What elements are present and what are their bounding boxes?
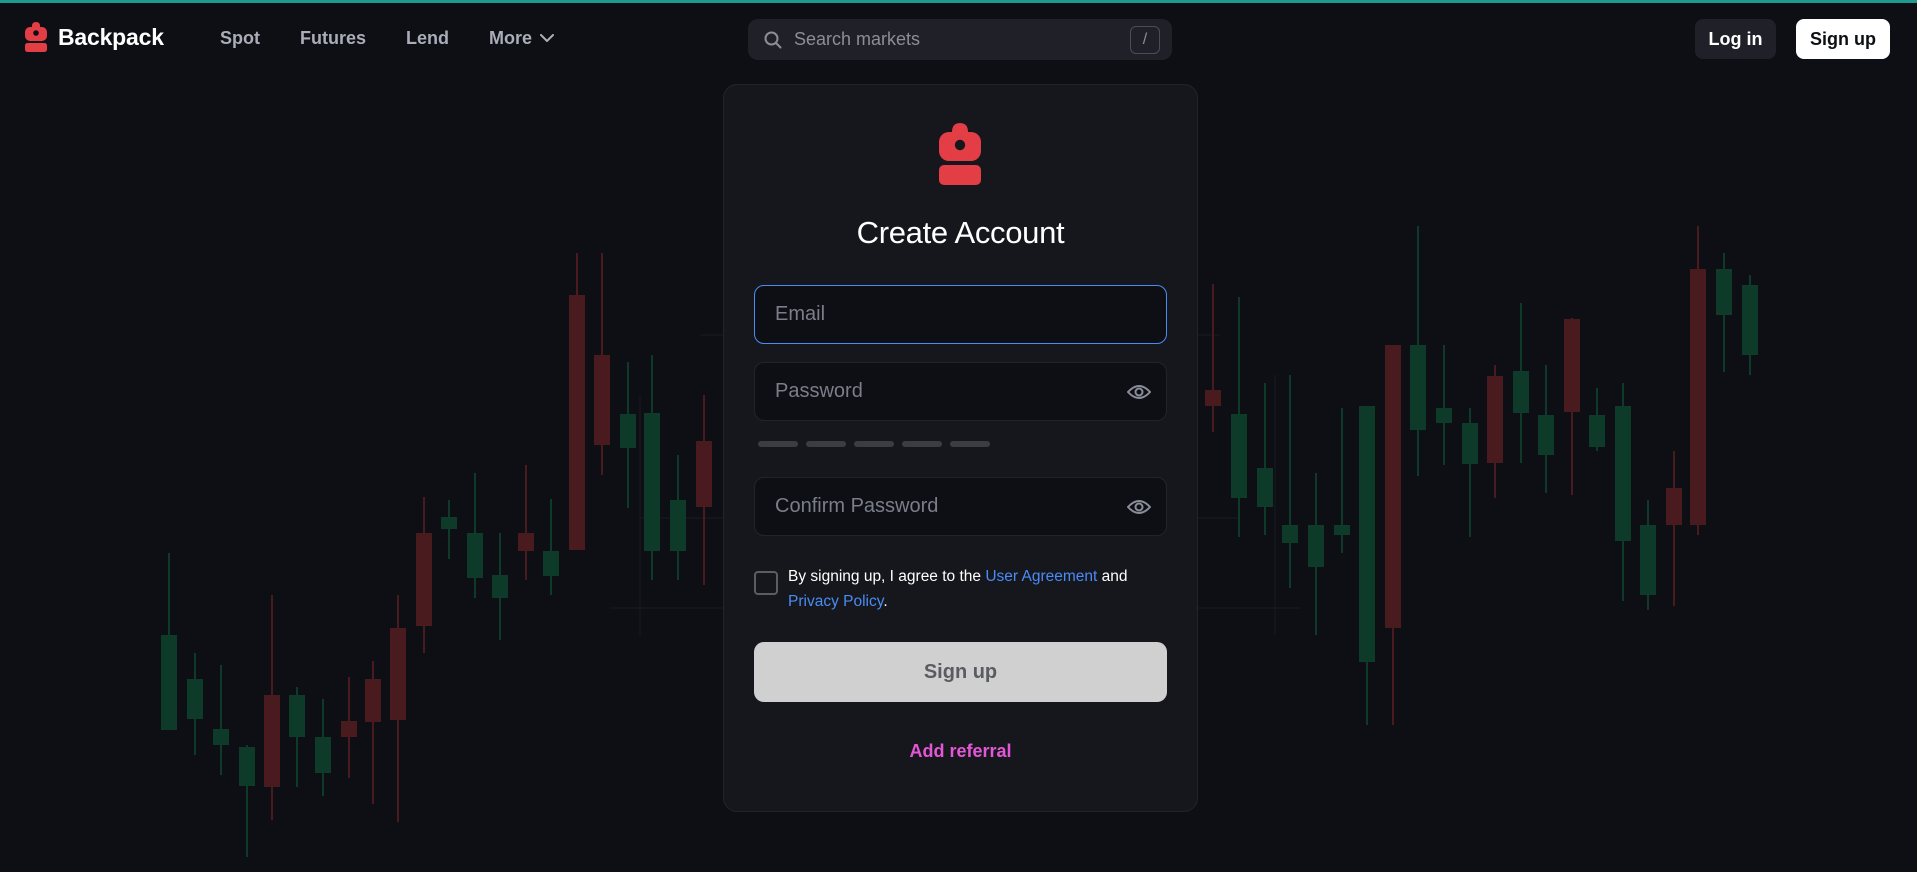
search-icon	[764, 31, 782, 48]
candle-body	[416, 533, 432, 626]
signup-submit-button[interactable]: Sign up	[754, 642, 1167, 702]
brand-logo[interactable]: Backpack	[24, 22, 164, 52]
search-placeholder: Search markets	[794, 29, 921, 49]
candle-body	[1410, 345, 1426, 430]
candle-body	[1615, 406, 1631, 541]
candle-body	[213, 729, 229, 745]
candle-body	[1513, 371, 1529, 413]
nav-lend-label: Lend	[406, 28, 450, 48]
candle-body	[264, 695, 280, 787]
password-field[interactable]	[754, 362, 1167, 421]
candle-body	[315, 737, 331, 773]
agreement-text: By signing up, I agree to the User Agree…	[788, 564, 1128, 614]
agreement-prefix: By signing up, I agree to the	[788, 568, 982, 585]
candle-body	[1257, 468, 1273, 507]
candle-body	[670, 500, 686, 551]
user-agreement-link[interactable]: User Agreement	[985, 568, 1097, 585]
candle-body	[1205, 390, 1221, 406]
candle-body	[1690, 269, 1706, 525]
candle-body	[1538, 415, 1554, 455]
candle-body	[289, 695, 305, 737]
eye-icon	[1127, 499, 1151, 514]
candle-body	[594, 355, 610, 445]
candle-body	[1282, 525, 1298, 543]
candle-body	[696, 441, 712, 507]
nav-futures[interactable]: Futures	[300, 28, 366, 49]
candle-body	[1462, 423, 1478, 464]
show-password-toggle[interactable]	[1127, 384, 1151, 400]
candle-body	[1359, 406, 1375, 662]
agreement-and: and	[1101, 568, 1128, 585]
email-input[interactable]	[775, 303, 1166, 326]
nav-spot-label: Spot	[220, 28, 260, 48]
candle-body	[1742, 285, 1758, 355]
nav-futures-label: Futures	[300, 28, 367, 48]
add-referral-link[interactable]: Add referral	[724, 741, 1197, 762]
candle-body	[1308, 525, 1324, 567]
backpack-icon	[25, 22, 47, 52]
signup-nav-button[interactable]: Sign up	[1796, 19, 1890, 59]
eye-icon	[1127, 384, 1151, 399]
password-input[interactable]	[775, 380, 1127, 403]
nav-lend[interactable]: Lend	[406, 28, 449, 49]
candle-body	[492, 575, 508, 598]
candle-body	[239, 747, 255, 786]
candle-body	[518, 533, 534, 551]
privacy-policy-link[interactable]: Privacy Policy	[788, 593, 883, 610]
nav-more[interactable]: More	[489, 28, 555, 49]
candle-body	[620, 414, 636, 448]
main-nav: Spot Futures Lend More	[220, 28, 594, 49]
candle-body	[1666, 488, 1682, 525]
candle-body	[341, 721, 357, 737]
candle-body	[441, 517, 457, 529]
candle-body	[1564, 319, 1580, 412]
candle-body	[1640, 525, 1656, 595]
password-strength-meter	[758, 441, 990, 447]
candle-body	[1716, 269, 1732, 315]
strength-segment	[806, 441, 846, 447]
strength-segment	[758, 441, 798, 447]
search-bar[interactable]: Search markets /	[748, 19, 1172, 60]
candle-body	[161, 635, 177, 730]
candle-body	[365, 679, 381, 722]
agreement-row: By signing up, I agree to the User Agree…	[754, 564, 1174, 614]
candle-body	[1487, 376, 1503, 463]
candle-body	[467, 533, 483, 578]
candle-body	[543, 551, 559, 576]
agreement-suffix: .	[883, 593, 888, 610]
candle-body	[1385, 345, 1401, 628]
email-field[interactable]	[754, 285, 1167, 344]
nav-more-label: More	[489, 28, 533, 48]
candle-body	[1231, 414, 1247, 498]
nav-spot[interactable]: Spot	[220, 28, 260, 49]
backpack-icon	[939, 123, 981, 185]
candle-body	[569, 295, 585, 550]
candle-body	[1436, 408, 1452, 423]
strength-segment	[902, 441, 942, 447]
page-title: Create Account	[856, 215, 1065, 250]
candle-body	[1334, 525, 1350, 535]
candle-body	[644, 413, 660, 551]
strength-segment	[950, 441, 990, 447]
top-navbar: Backpack Spot Futures Lend More Search m…	[0, 3, 1917, 75]
confirm-password-input[interactable]	[775, 495, 1127, 518]
candle-body	[390, 628, 406, 720]
candle-body	[1589, 415, 1605, 447]
agreement-checkbox[interactable]	[754, 571, 778, 595]
strength-segment	[854, 441, 894, 447]
show-confirm-password-toggle[interactable]	[1127, 499, 1151, 515]
create-account-card: Create Account By signing up, I agree to…	[723, 84, 1198, 812]
candle-body	[187, 679, 203, 719]
chevron-down-icon	[540, 34, 555, 42]
search-shortcut-key: /	[1130, 25, 1160, 54]
confirm-password-field[interactable]	[754, 477, 1167, 536]
brand-name: Backpack	[58, 23, 164, 50]
login-button[interactable]: Log in	[1695, 19, 1776, 59]
